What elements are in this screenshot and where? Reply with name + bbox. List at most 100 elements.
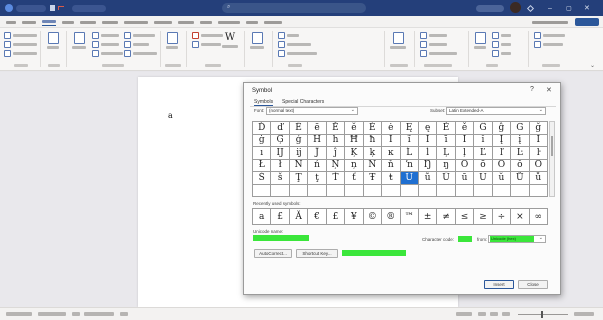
symbol-cell[interactable]: Ť	[326, 172, 346, 185]
symbol-cell[interactable]: ē	[308, 122, 327, 135]
print-layout-icon[interactable]	[490, 312, 498, 316]
focus-mode[interactable]	[456, 312, 472, 316]
symbol-cell[interactable]: ĝ	[492, 122, 512, 135]
symbol-cell[interactable]: ŀ	[529, 147, 548, 160]
menu-design[interactable]	[80, 18, 96, 26]
symbol-cell[interactable]: Ň	[363, 159, 383, 172]
from-select[interactable]: Unicode (hex) ⌄	[488, 235, 546, 243]
symbol-cell[interactable]: ŋ	[437, 159, 456, 172]
recent-symbol-cell[interactable]: ¥	[345, 209, 364, 225]
symbol-cell[interactable]	[363, 184, 383, 197]
symbol-cell[interactable]: Ū	[437, 172, 456, 185]
chart-button[interactable]	[124, 41, 149, 48]
recent-symbol-cell[interactable]: ∞	[529, 209, 548, 225]
symbol-cell[interactable]: Ę	[400, 122, 419, 135]
search-box[interactable]: ⌕	[222, 3, 366, 13]
symbol-cell[interactable]: ĭ	[474, 134, 493, 147]
symbol-cell[interactable]	[345, 184, 364, 197]
symbol-cell[interactable]: Į	[492, 134, 512, 147]
shapes-button[interactable]	[92, 32, 119, 39]
symbol-cell[interactable]: ļ	[455, 147, 475, 160]
ribbon-collapse-icon[interactable]: ⌄	[590, 62, 595, 69]
close-window-icon[interactable]: ✕	[584, 4, 590, 12]
symbol-cell[interactable]: Ĕ	[326, 122, 346, 135]
symbol-cell[interactable]: Ķ	[345, 147, 364, 160]
symbol-cell[interactable]: Ė	[363, 122, 383, 135]
symbol-cell[interactable]: ł	[271, 159, 290, 172]
symbol-cell[interactable]: ĵ	[326, 147, 346, 160]
avatar[interactable]	[510, 2, 521, 13]
symbol-cell[interactable]: Ł	[253, 159, 272, 172]
symbol-cell[interactable]: Ŭ	[474, 172, 493, 185]
3d-models-button[interactable]	[92, 50, 123, 57]
symbol-cell[interactable]: Ţ	[289, 172, 309, 185]
zoom-slider[interactable]	[518, 314, 568, 315]
recent-symbol-cell[interactable]: £	[271, 209, 290, 225]
symbol-cell[interactable]: Ũ	[400, 172, 419, 185]
symbol-cell[interactable]: Ő	[529, 159, 548, 172]
text-box-button[interactable]	[474, 32, 486, 49]
symbol-cell[interactable]: ō	[474, 159, 493, 172]
symbol-cell[interactable]: Ģ	[271, 134, 290, 147]
equation-button[interactable]	[534, 32, 565, 39]
recent-symbol-cell[interactable]: ÷	[492, 209, 512, 225]
minimize-icon[interactable]: –	[548, 4, 552, 12]
symbol-cell[interactable]: Ħ	[345, 134, 364, 147]
comment-button[interactable]	[390, 32, 406, 49]
symbol-cell[interactable]: Ī	[418, 134, 438, 147]
header-button[interactable]	[420, 32, 447, 39]
symbol-cell[interactable]: ķ	[363, 147, 383, 160]
symbol-cell[interactable]: Ĩ	[382, 134, 401, 147]
autocorrect-button[interactable]: AutoCorrect...	[254, 249, 292, 258]
grid-scrollbar[interactable]	[549, 121, 555, 197]
symbol-cell[interactable]: Ń	[289, 159, 309, 172]
symbol-cell[interactable]	[529, 184, 548, 197]
symbol-cell[interactable]: ť	[345, 172, 364, 185]
smartart-button[interactable]	[124, 32, 155, 39]
recent-symbol-cell[interactable]: ±	[418, 209, 438, 225]
read-mode-icon[interactable]	[478, 312, 486, 316]
symbol-cell[interactable]: ħ	[363, 134, 383, 147]
symbol-cell[interactable]: ė	[382, 122, 401, 135]
quick-parts-button[interactable]	[492, 32, 511, 39]
accessibility-status[interactable]	[84, 312, 114, 316]
symbol-cell[interactable]: Ŧ	[363, 172, 383, 185]
symbol-cell[interactable]: Ļ	[437, 147, 456, 160]
symbol-cell[interactable]: Ĭ	[455, 134, 475, 147]
symbol-cell[interactable]: Ĥ	[308, 134, 327, 147]
symbol-cell[interactable]: ţ	[308, 172, 327, 185]
symbol-cell[interactable]: ę	[418, 122, 438, 135]
tab-symbols[interactable]: Symbols	[254, 99, 274, 106]
character-code-field[interactable]	[458, 236, 472, 242]
online-video-button[interactable]	[250, 32, 264, 49]
recent-symbol-cell[interactable]: ™	[400, 209, 419, 225]
symbol-cell[interactable]: İ	[529, 134, 548, 147]
symbol-cell[interactable]: ī	[437, 134, 456, 147]
shortcut-key-button[interactable]: Shortcut Key...	[296, 249, 338, 258]
symbol-cell[interactable]: Ĺ	[400, 147, 419, 160]
recent-symbol-cell[interactable]: €	[308, 209, 327, 225]
symbol-cell[interactable]: Ě	[437, 122, 456, 135]
symbol-cell[interactable]: Ņ	[326, 159, 346, 172]
symbol-cell[interactable]: Ľ	[474, 147, 493, 160]
symbol-cell[interactable]: Ĵ	[308, 147, 327, 160]
symbol-cell[interactable]: Ĳ	[271, 147, 290, 160]
recent-symbol-cell[interactable]: ®	[382, 209, 401, 225]
menu-references[interactable]	[124, 18, 148, 26]
save-icon[interactable]	[50, 4, 55, 12]
zoom-slider-thumb[interactable]	[541, 311, 543, 318]
screenshot-button[interactable]	[124, 50, 157, 57]
pictures-button[interactable]	[72, 32, 86, 49]
scrollbar-thumb[interactable]	[551, 136, 553, 156]
close-button[interactable]: Close	[518, 280, 548, 289]
symbol-cell[interactable]: Ğ	[511, 122, 530, 135]
comments-button[interactable]	[532, 18, 568, 26]
symbol-cell[interactable]	[474, 184, 493, 197]
symbol-cell[interactable]: ů	[529, 172, 548, 185]
icons-button[interactable]	[92, 41, 119, 48]
symbol-cell[interactable]	[271, 184, 290, 197]
menu-view[interactable]	[200, 18, 212, 26]
recent-symbol-cell[interactable]: ©	[363, 209, 383, 225]
recent-symbol-cell[interactable]: ≤	[455, 209, 475, 225]
symbol-cell[interactable]	[400, 184, 419, 197]
